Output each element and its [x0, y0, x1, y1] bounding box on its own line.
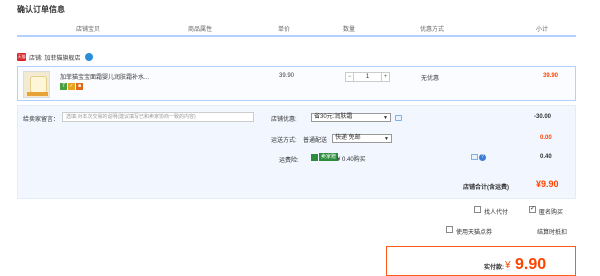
column-header-quantity: 数量 [343, 27, 356, 33]
payment-amount: 9.90 [515, 256, 547, 273]
shipping-select[interactable]: 快递 免邮 ▼ [332, 134, 392, 143]
help-icon[interactable]: ? [479, 154, 486, 161]
service-badges: 7 ✓ ■ [60, 83, 83, 90]
credit-card-icon: ■ [76, 83, 83, 90]
message-icon[interactable] [471, 154, 478, 160]
shop-row: 天猫 店铺: 加菲猫旗舰店 [17, 51, 94, 63]
proxy-pay-label[interactable]: 找人代付 [484, 207, 508, 216]
payment-label: 实付款: [484, 265, 504, 271]
payment-summary: 实付款: ¥ 9.90 [386, 246, 576, 276]
chat-icon[interactable] [85, 53, 94, 61]
column-header-attributes: 商品属性 [188, 27, 213, 33]
seller-note-input[interactable]: 选填:对本次交易的说明(建议填写已和卖家协商一致的内容) [62, 112, 254, 122]
column-header-discount: 优惠方式 [420, 27, 445, 33]
shop-total: ¥9.90 [536, 179, 559, 189]
anonymous-purchase-checkbox[interactable] [529, 205, 536, 213]
shipping-amount: 0.00 [540, 135, 552, 141]
use-points-checkbox[interactable] [446, 226, 453, 233]
payment-currency: ¥ [505, 260, 511, 271]
chevron-down-icon: ▼ [383, 115, 388, 121]
column-header-price: 单价 [278, 27, 291, 33]
order-item: 加菲猫宝宝面霜婴儿润肤霜补水... 7 ✓ ■ 39.90 − 1 + 无优惠 … [17, 66, 576, 101]
product-title[interactable]: 加菲猫宝宝面霜婴儿润肤霜补水... [60, 72, 180, 81]
use-points-label[interactable]: 使用天猫点券 [456, 227, 492, 236]
proxy-pay-checkbox[interactable] [474, 206, 481, 213]
message-icon[interactable] [395, 115, 402, 121]
insurance-label: 运费险: [279, 158, 299, 164]
guarantee-icon: ✓ [68, 83, 75, 90]
unit-price: 39.90 [279, 73, 295, 79]
shipping-label: 运送方式: [271, 138, 297, 144]
shop-name[interactable]: 店铺: 加菲猫旗舰店 [29, 53, 80, 62]
column-header-subtotal: 小计 [536, 27, 549, 33]
anonymous-purchase-label[interactable]: 匿名购买 [539, 207, 563, 216]
insurance-badge: 卖家赠 [319, 153, 339, 161]
product-thumbnail[interactable] [23, 71, 50, 98]
insurance-amount: 0.40 [540, 154, 552, 160]
item-subtotal: 39.90 [543, 73, 559, 79]
tmall-shop-icon: 天猫 [17, 53, 26, 61]
order-options-panel: 给卖家留言： 选填:对本次交易的说明(建议填写已和卖家协商一致的内容) 店铺优惠… [17, 105, 576, 199]
chevron-down-icon: ▼ [384, 136, 389, 142]
header-divider [17, 35, 576, 37]
page-title: 确认订单信息 [17, 5, 65, 14]
settle-deduct-link[interactable]: 结算时抵扣 [537, 227, 567, 236]
insurance-checkbox[interactable] [311, 154, 318, 161]
quantity-stepper: − 1 + [345, 72, 390, 82]
seven-day-return-icon: 7 [60, 83, 67, 90]
coupon-amount: -30.00 [534, 114, 552, 120]
shipping-method: 普通配送 [303, 138, 328, 144]
shipping-value: 快递 免邮 [335, 135, 361, 141]
seller-note-label: 给卖家留言： [23, 117, 60, 123]
quantity-minus-button[interactable]: − [345, 72, 354, 82]
quantity-plus-button[interactable]: + [381, 72, 390, 82]
shop-coupon-select[interactable]: 省30元:润肤霜 ▼ [311, 113, 391, 122]
quantity-input[interactable]: 1 [354, 72, 381, 82]
column-header-shop-item: 店铺宝贝 [76, 27, 101, 33]
shop-coupon-label: 店铺优惠: [271, 117, 297, 123]
shop-total-label: 店铺合计(含运费) [463, 185, 509, 191]
insurance-price: ¥ 0.40购买 [337, 157, 366, 163]
discount-method: 无优惠 [421, 76, 440, 82]
shop-coupon-value: 省30元:润肤霜 [314, 114, 353, 120]
